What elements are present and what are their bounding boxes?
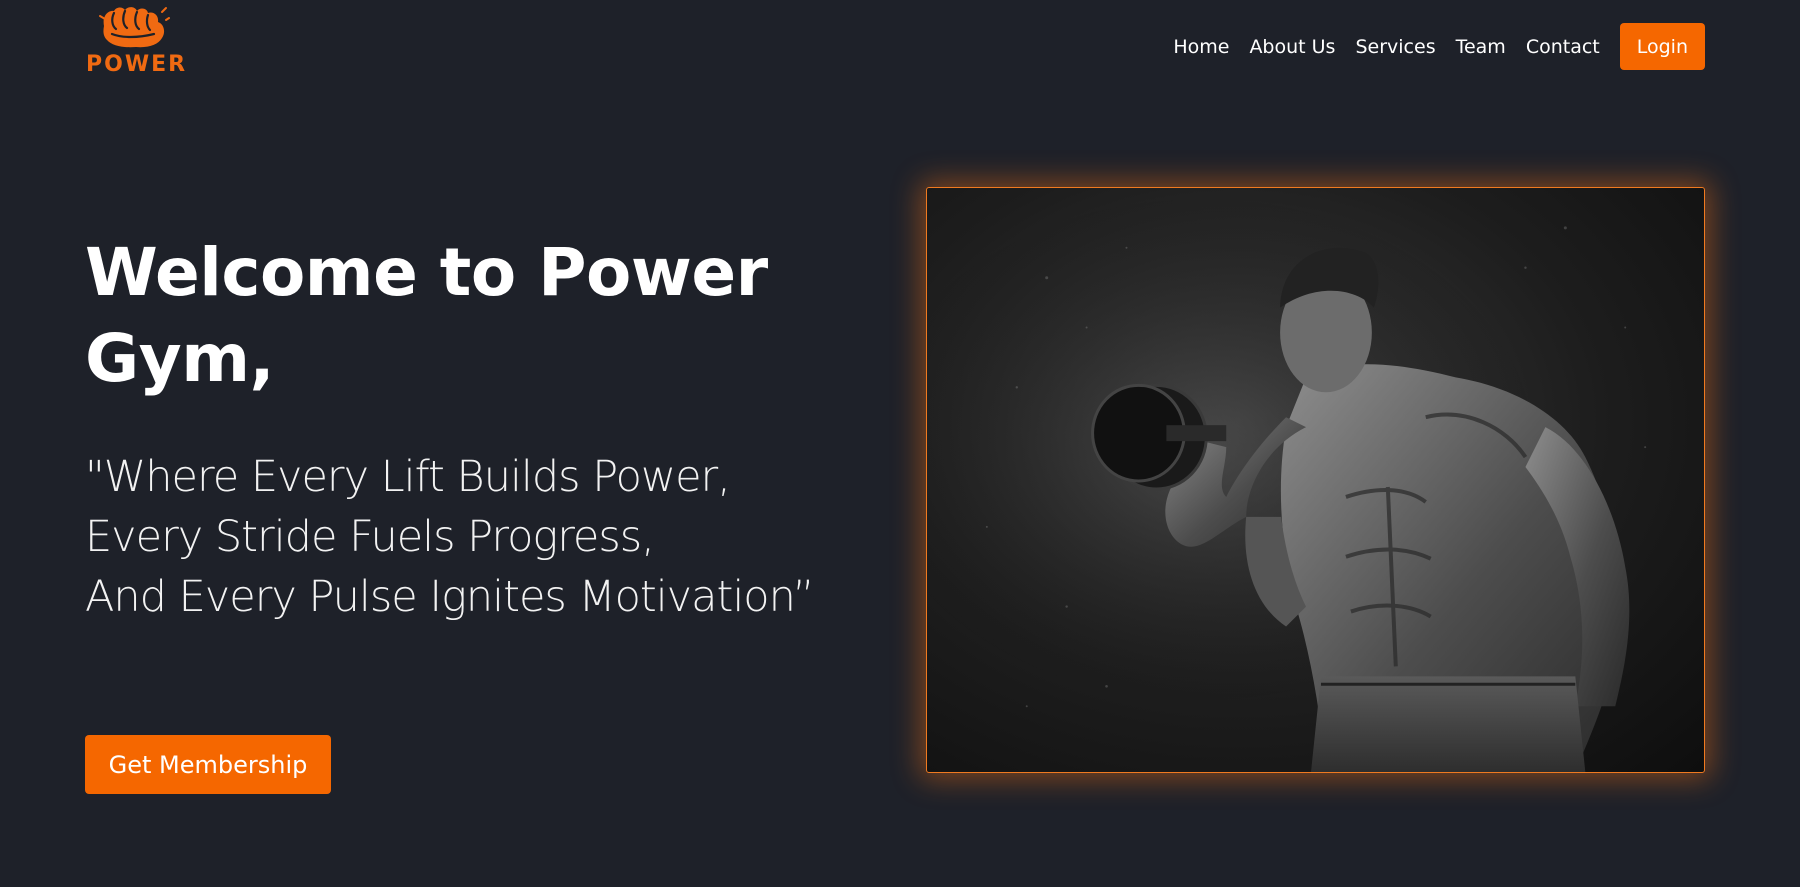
nav-contact[interactable]: Contact: [1526, 36, 1600, 58]
nav-team[interactable]: Team: [1456, 36, 1506, 58]
login-button[interactable]: Login: [1619, 23, 1705, 70]
brand-name: POWER: [86, 52, 188, 77]
brand-logo[interactable]: POWER: [86, 4, 188, 77]
bodybuilder-illustration: [927, 188, 1704, 772]
hero-quote-line: Every Stride Fuels Progress,: [85, 512, 655, 562]
nav-home[interactable]: Home: [1173, 36, 1229, 58]
nav-about-us[interactable]: About Us: [1249, 36, 1335, 58]
hero-quote-line: "Where Every Lift Builds Power,: [85, 452, 731, 502]
main-nav: Home About Us Services Team Contact Logi…: [1173, 23, 1705, 70]
get-membership-button[interactable]: Get Membership: [85, 735, 331, 794]
hero-quote: "Where Every Lift Builds Power, Every St…: [85, 447, 885, 627]
page: POWER Home About Us Services Team Contac…: [0, 0, 1800, 887]
nav-services[interactable]: Services: [1355, 36, 1435, 58]
hero-title: Welcome to Power Gym,: [85, 234, 768, 397]
hero-quote-line: And Every Pulse Ignites Motivation”: [85, 572, 815, 622]
fist-icon: [99, 7, 170, 48]
hero-image: [926, 187, 1705, 773]
